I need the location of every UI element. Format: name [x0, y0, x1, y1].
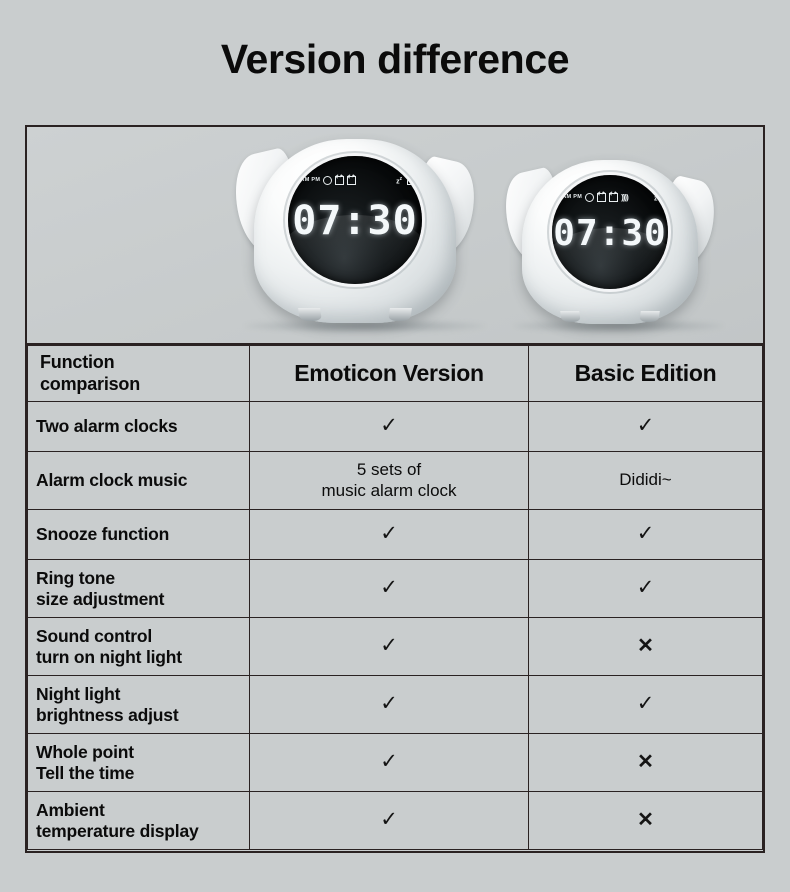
check-icon: ✓	[636, 414, 655, 438]
value-basic: ✕	[528, 791, 763, 850]
cross-icon: ✕	[637, 808, 654, 831]
sleep-zz-icon: zz	[396, 175, 403, 186]
value-basic: Dididi~	[528, 451, 763, 510]
value-basic: ✕	[528, 733, 763, 792]
clock-screen: AM PM )))) zz 07:30	[551, 174, 669, 290]
value-emoticon: ✓	[249, 675, 529, 734]
clock-screen: AM PM zz 07:30	[288, 155, 422, 285]
feature-label: Whole point Tell the time	[27, 733, 250, 792]
clock-foot-left	[297, 307, 322, 321]
table-row: Alarm clock music 5 sets of music alarm …	[27, 451, 763, 510]
value-emoticon: ✓	[249, 401, 529, 452]
comparison-table-body: Function comparison Emoticon Version Bas…	[27, 345, 763, 850]
table-row: Ring tone size adjustment ✓ ✓	[27, 559, 763, 618]
value-emoticon: ✓	[249, 559, 529, 618]
value-emoticon: 5 sets of music alarm clock	[249, 451, 529, 510]
check-icon: ✓	[380, 634, 398, 658]
check-icon: ✓	[380, 522, 398, 546]
table-row: Snooze function ✓ ✓	[27, 509, 763, 560]
clock-icon	[585, 193, 595, 203]
check-icon: ✓	[380, 414, 398, 438]
ampm-indicator: AM PM	[562, 193, 583, 200]
table-row: Two alarm clocks ✓ ✓	[27, 401, 763, 452]
table-header-row: Function comparison Emoticon Version Bas…	[27, 345, 763, 402]
cross-icon: ✕	[637, 634, 654, 657]
comparison-frame: AM PM zz 07:30 AM PM)))) zz 07:30 Funct…	[25, 125, 765, 853]
alarm-2-icon	[347, 176, 357, 186]
value-emoticon: ✓	[249, 617, 529, 676]
check-icon: ✓	[636, 576, 655, 600]
feature-label: Alarm clock music	[27, 451, 250, 510]
feature-label: Ambient temperature display	[27, 791, 250, 850]
clock-body: AM PM )))) zz 07:30	[521, 160, 699, 324]
clock-display-time: 07:30	[292, 198, 418, 245]
version-comparison-table: Function comparison Emoticon Version Bas…	[27, 345, 763, 850]
clock-icon	[323, 176, 333, 186]
header-basic-edition: Basic Edition	[528, 345, 763, 402]
clock-foot-left	[559, 310, 581, 323]
value-basic: ✓	[528, 675, 763, 734]
product-photo-band: AM PM zz 07:30 AM PM)))) zz 07:30	[27, 127, 763, 345]
alarm-1-icon	[335, 176, 345, 186]
feature-label: Ring tone size adjustment	[27, 559, 250, 618]
sound-wave-icon: ))))	[621, 192, 629, 202]
clock-foot-right	[388, 307, 413, 321]
product-image-basic-edition: AM PM )))) zz 07:30	[497, 149, 724, 335]
check-icon: ✓	[380, 750, 398, 774]
product-image-emoticon-version: AM PM zz 07:30	[226, 127, 485, 335]
check-icon: ✓	[380, 692, 398, 716]
value-emoticon: ✓	[249, 509, 529, 560]
table-row: Whole point Tell the time ✓ ✕	[27, 733, 763, 792]
check-icon: ✓	[636, 692, 655, 716]
clock-display-time: 07:30	[553, 212, 667, 254]
header-function-comparison: Function comparison	[27, 345, 250, 402]
alarm-1-icon	[597, 193, 607, 203]
check-icon: ✓	[380, 808, 398, 832]
value-basic: ✓	[528, 509, 763, 560]
clock-body: AM PM zz 07:30	[254, 139, 456, 323]
table-row: Ambient temperature display ✓ ✕	[27, 791, 763, 850]
header-emoticon-version: Emoticon Version	[249, 345, 529, 402]
page-root: Version difference AM PM zz 07:30 AM PM …	[0, 0, 790, 892]
value-emoticon: ✓	[249, 733, 529, 792]
check-icon: ✓	[380, 576, 398, 600]
feature-label: Snooze function	[27, 509, 250, 560]
feature-label: Night light brightness adjust	[27, 675, 250, 734]
cross-icon: ✕	[637, 750, 654, 773]
value-emoticon: ✓	[249, 791, 529, 850]
table-row: Night light brightness adjust ✓ ✓	[27, 675, 763, 734]
value-basic: ✓	[528, 401, 763, 452]
value-basic: ✕	[528, 617, 763, 676]
clock-indicator-row: AM PM zz	[300, 175, 413, 186]
sleep-zz-icon: zz	[654, 192, 661, 202]
value-basic: ✓	[528, 559, 763, 618]
table-row: Sound control turn on night light ✓ ✕	[27, 617, 763, 676]
battery-icon	[407, 175, 413, 186]
feature-label: Sound control turn on night light	[27, 617, 250, 676]
clock-indicator-row: AM PM )))) zz	[562, 192, 661, 203]
check-icon: ✓	[636, 522, 655, 546]
page-title: Version difference	[220, 36, 570, 82]
feature-label: Two alarm clocks	[27, 401, 250, 452]
alarm-2-icon	[609, 193, 619, 203]
ampm-indicator: AM PM	[300, 177, 321, 184]
